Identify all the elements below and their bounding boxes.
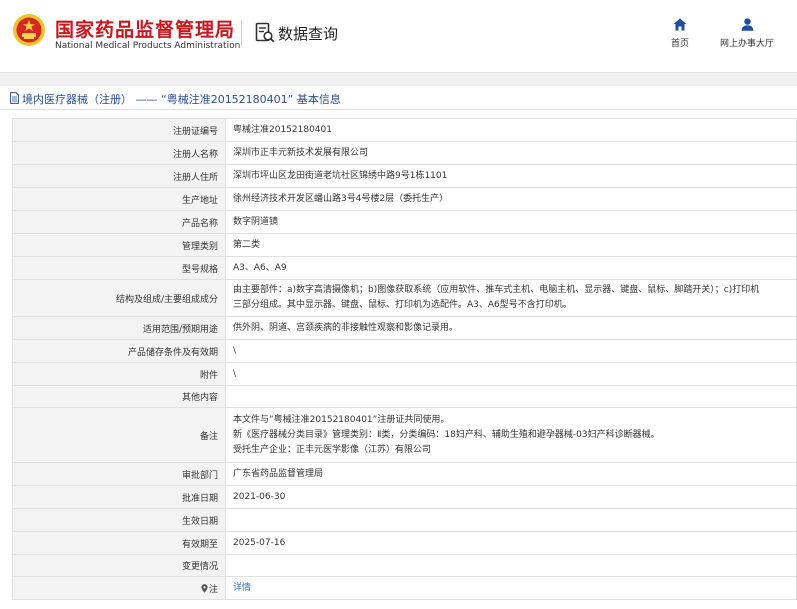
- row-value: 2025-07-16: [225, 531, 797, 555]
- row-label: 附件: [12, 362, 226, 386]
- device-detail-table: 注册证编号 粤械注准20152180401 注册人名称 深圳市正丰元新技术发展有…: [12, 118, 797, 600]
- row-label: 备注: [12, 407, 226, 463]
- table-row: 产品储存条件及有效期 \: [12, 339, 797, 363]
- row-value: 2021-06-30: [225, 485, 797, 509]
- breadcrumb-text: 境内医疗器械（注册） —— “粤械注准20152180401” 基本信息: [22, 93, 341, 106]
- table-row: 审批部门 广东省药品监督管理局: [12, 462, 797, 486]
- row-label: 其他内容: [12, 385, 226, 408]
- row-label: 产品储存条件及有效期: [12, 339, 226, 363]
- value-line: 由主要部件：a)数字高清摄像机；b)图像获取系统（应用软件、推车式主机、电脑主机…: [233, 285, 760, 295]
- row-value: \: [225, 339, 797, 363]
- row-label: 型号规格: [12, 256, 226, 280]
- nav-online-office[interactable]: 网上办事大厅: [716, 18, 778, 49]
- table-row: 其他内容: [12, 385, 797, 408]
- row-label: 注册证编号: [12, 118, 226, 142]
- table-row: 产品名称 数字阴道镜: [12, 210, 797, 234]
- breadcrumb: 境内医疗器械（注册） —— “粤械注准20152180401” 基本信息: [0, 86, 797, 110]
- table-row: 适用范围/预期用途 供外阴、阴道、宫颈疾病的非接触性观察和影像记录用。: [12, 316, 797, 340]
- table-row: 注 详情: [12, 576, 797, 600]
- table-row: 备注 本文件与“粤械注准20152180401”注册证共同使用。 新《医疗器械分…: [12, 407, 797, 463]
- row-value: \: [225, 362, 797, 386]
- nav-online-office-label: 网上办事大厅: [719, 39, 774, 49]
- user-icon: [741, 18, 753, 31]
- location-pin-icon: [201, 583, 208, 593]
- row-label: 变更情况: [12, 554, 226, 577]
- row-value: [225, 554, 797, 577]
- table-row: 变更情况: [12, 554, 797, 577]
- row-value: A3、A6、A9: [225, 256, 797, 280]
- site-header: 国家药品监督管理局 National Medical Products Admi…: [0, 0, 797, 66]
- nav-home-label: 首页: [670, 39, 689, 49]
- header-divider: [241, 20, 242, 46]
- row-label: 注: [208, 584, 218, 595]
- row-label: 注册人名称: [12, 141, 226, 165]
- row-value: 由主要部件：a)数字高清摄像机；b)图像获取系统（应用软件、推车式主机、电脑主机…: [225, 279, 797, 317]
- row-value: 本文件与“粤械注准20152180401”注册证共同使用。 新《医疗器械分类目录…: [225, 407, 797, 463]
- value-line: 三部分组成。其中显示器、键盘、鼠标、打印机为选配件。A3、A6型号不含打印机。: [233, 300, 572, 310]
- row-label: 生效日期: [12, 508, 226, 532]
- header-band: [0, 72, 797, 86]
- section-title: 数据查询: [278, 25, 339, 43]
- national-emblem-icon: [13, 14, 45, 46]
- row-label: 有效期至: [12, 531, 226, 555]
- row-value: [225, 385, 797, 408]
- details-link[interactable]: 详情: [233, 583, 251, 593]
- row-value: 广东省药品监督管理局: [225, 462, 797, 486]
- home-icon: [673, 18, 687, 31]
- row-label: 结构及组成/主要组成成分: [12, 279, 226, 317]
- site-subtitle: National Medical Products Administration: [55, 41, 241, 51]
- table-row: 生效日期: [12, 508, 797, 532]
- row-label: 管理类别: [12, 233, 226, 257]
- value-line: 新《医疗器械分类目录》管理类别：Ⅱ类，分类编码：18妇产科、辅助生殖和避孕器械-…: [233, 429, 660, 440]
- nav-home[interactable]: 首页: [665, 18, 695, 49]
- data-query-icon: [255, 22, 275, 43]
- row-label: 适用范围/预期用途: [12, 316, 226, 340]
- table-row: 注册证编号 粤械注准20152180401: [12, 118, 797, 142]
- row-label-note: 注: [12, 576, 226, 600]
- row-label: 注册人住所: [12, 164, 226, 188]
- row-value: 供外阴、阴道、宫颈疾病的非接触性观察和影像记录用。: [225, 316, 797, 340]
- row-value: 徐州经济技术开发区蟠山路3号4号楼2层（委托生产）: [225, 187, 797, 211]
- row-value: 数字阴道镜: [225, 210, 797, 234]
- row-value: [225, 508, 797, 532]
- row-value: 详情: [225, 576, 797, 600]
- site-title[interactable]: 国家药品监督管理局: [55, 15, 235, 42]
- row-value: 深圳市正丰元新技术发展有限公司: [225, 141, 797, 165]
- table-row: 结构及组成/主要组成成分 由主要部件：a)数字高清摄像机；b)图像获取系统（应用…: [12, 279, 797, 317]
- table-row: 附件 \: [12, 362, 797, 386]
- table-row: 有效期至 2025-07-16: [12, 531, 797, 555]
- row-label: 产品名称: [12, 210, 226, 234]
- value-line: 受托生产企业：正丰元医学影像（江苏）有限公司: [233, 444, 432, 455]
- table-row: 生产地址 徐州经济技术开发区蟠山路3号4号楼2层（委托生产）: [12, 187, 797, 211]
- row-value: 深圳市坪山区龙田街道老坑社区锦绣中路9号1栋1101: [225, 164, 797, 188]
- row-label: 批准日期: [12, 485, 226, 509]
- row-label: 审批部门: [12, 462, 226, 486]
- row-value: 粤械注准20152180401: [225, 118, 797, 142]
- table-row: 注册人住所 深圳市坪山区龙田街道老坑社区锦绣中路9号1栋1101: [12, 164, 797, 188]
- row-value: 第二类: [225, 233, 797, 257]
- value-line: 本文件与“粤械注准20152180401”注册证共同使用。: [233, 414, 450, 425]
- table-row: 管理类别 第二类: [12, 233, 797, 257]
- row-label: 生产地址: [12, 187, 226, 211]
- document-icon: [10, 92, 19, 104]
- table-row: 型号规格 A3、A6、A9: [12, 256, 797, 280]
- table-row: 注册人名称 深圳市正丰元新技术发展有限公司: [12, 141, 797, 165]
- table-row: 批准日期 2021-06-30: [12, 485, 797, 509]
